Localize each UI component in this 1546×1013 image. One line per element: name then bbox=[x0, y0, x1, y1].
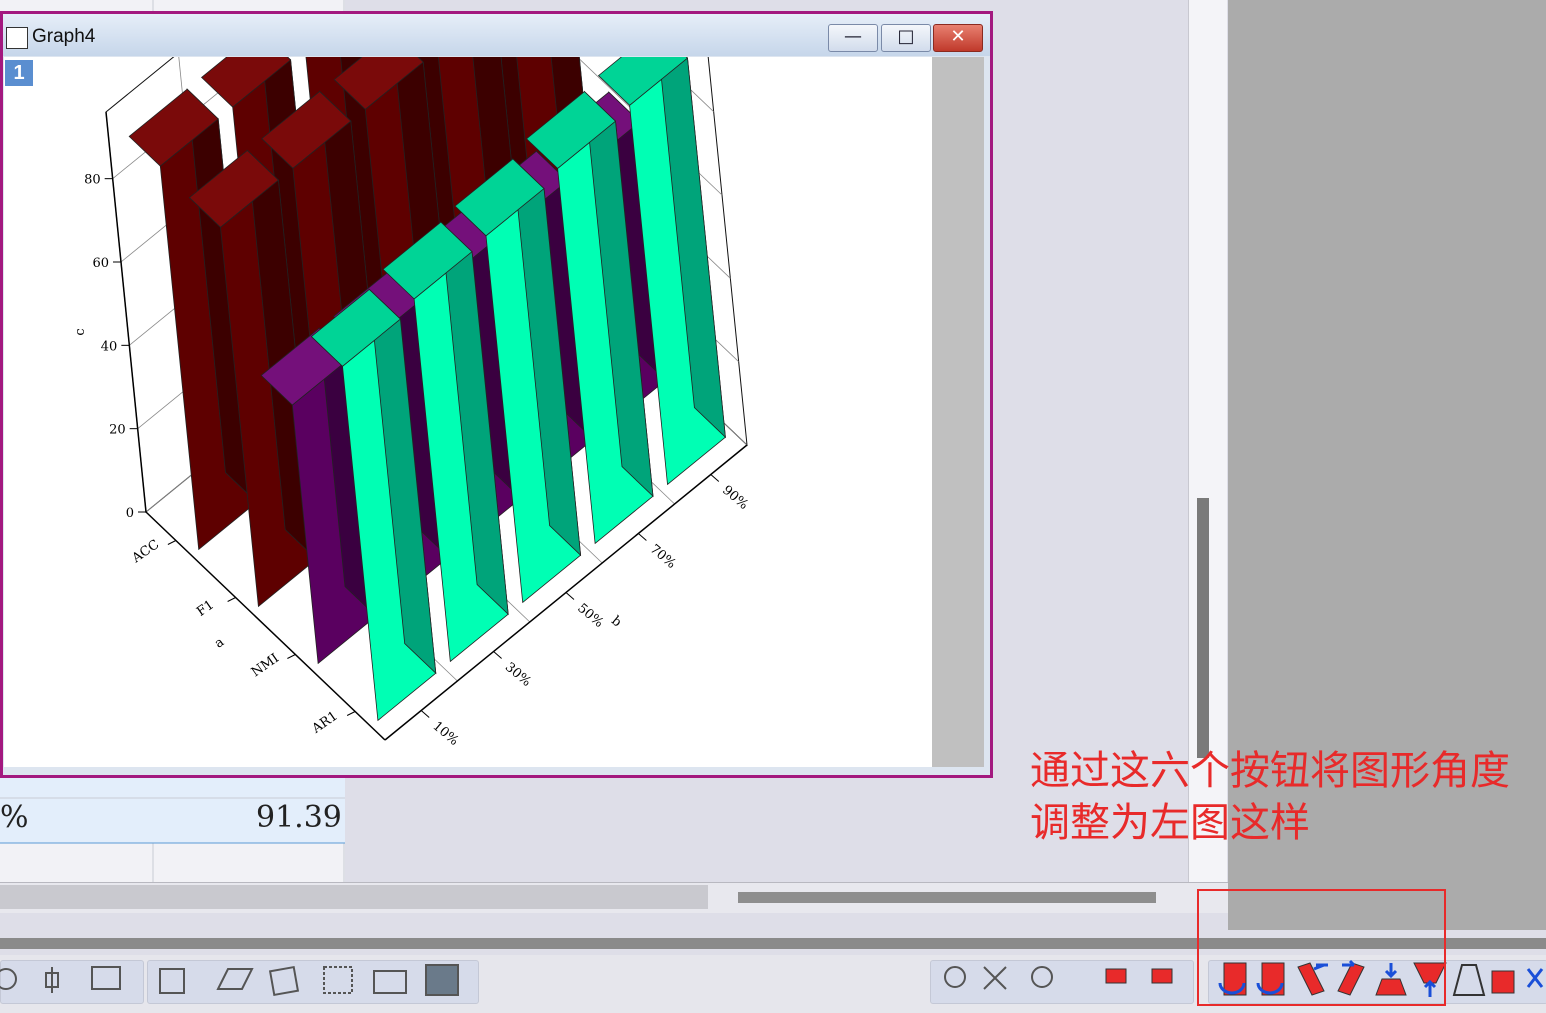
x-axis-label: b bbox=[608, 613, 624, 630]
x-tick bbox=[710, 474, 720, 482]
mask-on-icon bbox=[944, 966, 966, 988]
y-tick-label: NMI bbox=[249, 651, 282, 680]
bar-chart-3d[interactable]: 10% 30% 50% 70% 90% b ACC F1 NMI AR1 a 0 20 40 60 80 c bbox=[4, 57, 932, 767]
y-tick bbox=[287, 654, 296, 659]
y-tick-label: AR1 bbox=[309, 709, 341, 738]
candlestick-icon bbox=[45, 967, 59, 993]
matrix-icon bbox=[373, 970, 407, 994]
chart-bars bbox=[128, 57, 726, 722]
bar-3d-icon bbox=[159, 968, 185, 994]
y-axis-label: a bbox=[212, 635, 227, 652]
swap-axes-icon bbox=[1105, 968, 1127, 984]
annotation-highlight-box bbox=[1197, 889, 1446, 1006]
mask-off-icon bbox=[983, 966, 1007, 990]
y-tick bbox=[346, 711, 356, 716]
z-tick-label: 40 bbox=[101, 339, 118, 354]
page-margin bbox=[932, 57, 984, 767]
y-tick bbox=[227, 597, 236, 602]
reset-view-icon bbox=[1491, 970, 1515, 994]
graph-window-icon bbox=[6, 27, 28, 49]
z-tick-label: 60 bbox=[92, 256, 109, 271]
y-tick-label: ACC bbox=[129, 537, 162, 567]
worksheet-scroll-track[interactable] bbox=[0, 885, 708, 909]
annotation-line-1: 通过这六个按钮将图形角度 bbox=[1030, 748, 1510, 794]
z-tick-label: 80 bbox=[84, 173, 101, 188]
perspective-icon bbox=[1452, 964, 1486, 996]
x-tick-label: 30% bbox=[502, 660, 534, 690]
surface-icon bbox=[268, 965, 300, 997]
minimize-button[interactable]: — bbox=[828, 24, 878, 52]
x-tick-label: 90% bbox=[719, 483, 751, 513]
z-tick-label: 20 bbox=[109, 423, 126, 438]
x-tick bbox=[638, 533, 647, 541]
scatter-3d-icon bbox=[323, 966, 353, 994]
face-icon bbox=[1031, 966, 1053, 988]
x-tick bbox=[420, 710, 430, 718]
annotation-line-2: 调整为左图这样 bbox=[1030, 800, 1310, 846]
x-tick-label: 10% bbox=[430, 719, 462, 749]
x-tick bbox=[565, 592, 575, 600]
y-tick bbox=[167, 540, 177, 545]
chart-type-icon bbox=[0, 968, 17, 990]
window-title: Graph4 bbox=[32, 26, 96, 47]
x-tick bbox=[493, 651, 502, 659]
cell-value[interactable]: 91.39 bbox=[256, 800, 342, 835]
z-axis-line bbox=[105, 111, 147, 513]
box-icon bbox=[91, 966, 121, 990]
y-tick-label: F1 bbox=[194, 598, 217, 620]
close-button[interactable]: ✕ bbox=[933, 24, 983, 52]
wireframe-icon bbox=[216, 968, 254, 990]
vertical-scroll-thumb[interactable] bbox=[1197, 498, 1209, 758]
horizontal-scroll-thumb[interactable] bbox=[738, 892, 1156, 903]
stack-arrows-icon bbox=[1151, 968, 1173, 984]
annotation-text: 通过这六个按钮将图形角度 调整为左图这样 bbox=[1030, 745, 1540, 849]
image-icon bbox=[425, 964, 459, 996]
x-tick-label: 50% bbox=[574, 601, 606, 631]
x-tick-label: 70% bbox=[647, 542, 679, 572]
z-tick-label: 0 bbox=[126, 506, 134, 521]
maximize-button[interactable]: □ bbox=[881, 24, 931, 52]
cell-label[interactable]: % bbox=[0, 800, 29, 835]
z-axis-label: c bbox=[73, 328, 88, 335]
